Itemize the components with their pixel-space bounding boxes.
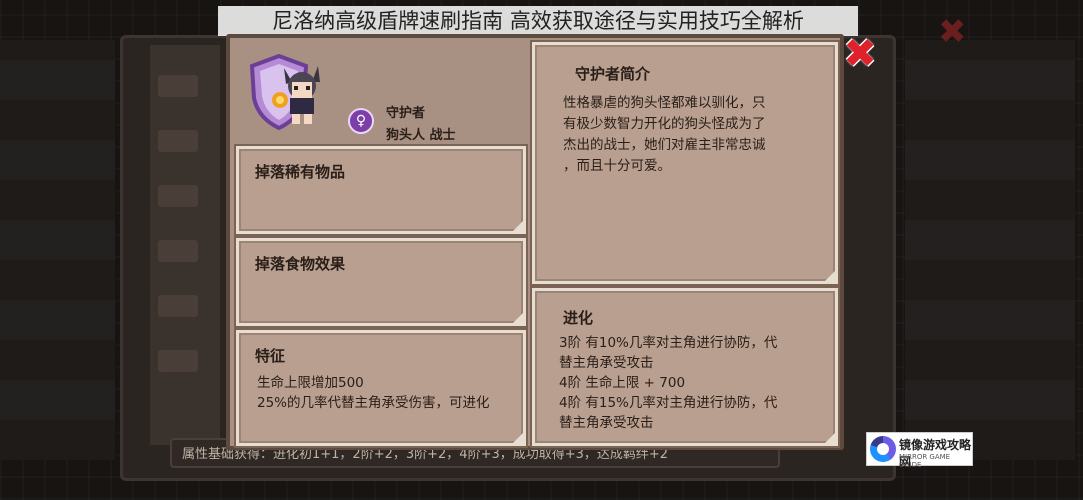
traits-card: 特征 生命上限增加500 25%的几率代替主角承受伤害，可进化: [236, 330, 526, 446]
traits-body: 生命上限增加500 25%的几率代替主角承受伤害，可进化: [257, 373, 490, 413]
card-corner-decor: [511, 311, 525, 325]
background-left-decor: [0, 40, 115, 460]
guardian-info-dialog: ♀ 守护者 狗头人 战士 掉落稀有物品 掉落食物效果 特征 生命上限增加500 …: [226, 34, 844, 450]
card-corner-decor: [511, 219, 525, 233]
intro-title: 守护者简介: [575, 65, 651, 83]
article-headline: 尼洛纳高级盾牌速刷指南 高效获取途径与实用技巧全解析: [218, 6, 858, 36]
evolution-title: 进化: [563, 309, 594, 327]
intro-line: 有极少数智力开化的狗头怪成为了: [563, 116, 766, 132]
unit-header: ♀ 守护者 狗头人 战士: [236, 44, 526, 143]
watermark-subtitle: MIRROR GAME GUIDE: [899, 453, 951, 469]
intro-line: 杰出的战士，她们对雇主非常忠诚: [563, 137, 766, 153]
intro-line: 性格暴虐的狗头怪都难以驯化，只: [563, 95, 766, 111]
background-sidebar-item: [158, 295, 198, 317]
food-drop-title: 掉落食物效果: [255, 255, 346, 273]
close-button[interactable]: ✖: [842, 34, 878, 74]
food-drop-card: 掉落食物效果: [236, 238, 526, 326]
evolution-card: 进化 3阶 有10%几率对主角进行协防，代 替主角承受攻击 4阶 生命上限 + …: [532, 288, 838, 446]
role-label: 守护者: [386, 106, 426, 121]
rare-drop-title: 掉落稀有物品: [255, 163, 346, 181]
evolution-line: 替主角承受攻击: [559, 355, 654, 371]
traits-title: 特征: [255, 347, 286, 365]
watermark-logo-icon: [870, 436, 896, 462]
site-watermark: 镜像游戏攻略网 MIRROR GAME GUIDE: [866, 432, 973, 469]
evolution-line: 4阶 生命上限 + 700: [559, 375, 686, 391]
evolution-line: 替主角承受攻击: [559, 415, 654, 431]
intro-body: 性格暴虐的狗头怪都难以驯化，只 有极少数智力开化的狗头怪成为了 杰出的战士，她们…: [563, 93, 766, 177]
card-corner-decor: [511, 431, 525, 445]
card-corner-decor: [823, 269, 837, 283]
intro-card: 守护者简介 性格暴虐的狗头怪都难以驯化，只 有极少数智力开化的狗头怪成为了 杰出…: [532, 42, 838, 284]
intro-line: ，而且十分可爱。: [563, 158, 671, 174]
traits-line: 25%的几率代替主角承受伤害，可进化: [257, 395, 490, 411]
card-corner-decor: [823, 431, 837, 445]
background-sidebar-item: [158, 130, 198, 152]
background-sidebar-item: [158, 75, 198, 97]
evolution-line: 3阶 有10%几率对主角进行协防，代: [559, 335, 778, 351]
background-right-decor: [905, 40, 1075, 460]
background-close-icon: ✖: [938, 12, 967, 52]
kobold-character-sprite: [272, 66, 320, 124]
female-symbol-icon: ♀: [348, 108, 374, 134]
rare-drop-card: 掉落稀有物品: [236, 146, 526, 234]
traits-line: 生命上限增加500: [257, 375, 364, 391]
evolution-body: 3阶 有10%几率对主角进行协防，代 替主角承受攻击 4阶 生命上限 + 700…: [559, 333, 777, 433]
background-sidebar-item: [158, 240, 198, 262]
evolution-line: 4阶 有15%几率对主角进行协防，代: [559, 395, 778, 411]
background-sidebar-item: [158, 350, 198, 372]
background-sidebar-item: [158, 185, 198, 207]
unit-type-label: 狗头人 战士: [386, 128, 456, 143]
